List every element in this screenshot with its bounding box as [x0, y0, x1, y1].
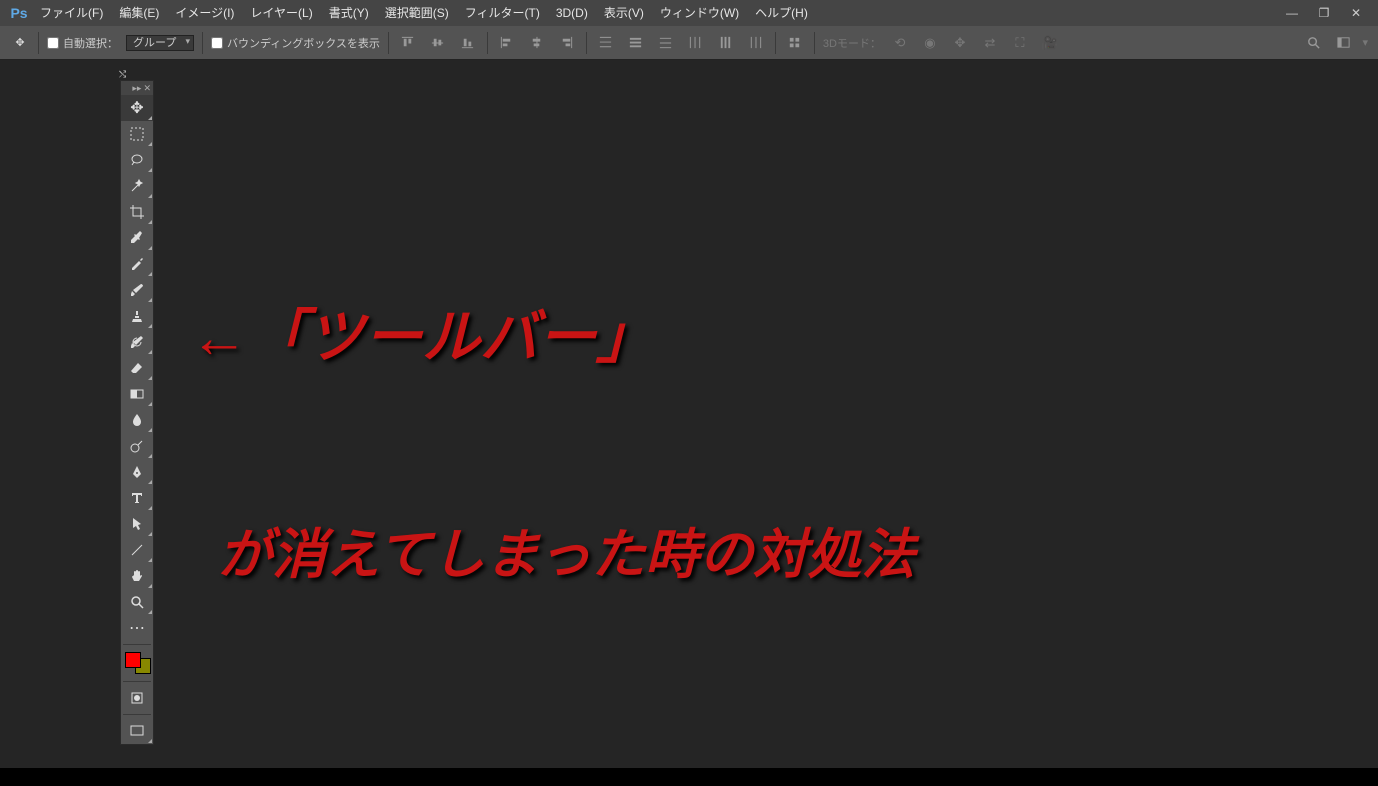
- pan-3d-icon[interactable]: ✥: [949, 32, 971, 54]
- eraser-tool[interactable]: [121, 355, 153, 381]
- separator: [202, 32, 203, 54]
- distribute-top-icon[interactable]: [595, 32, 617, 54]
- slide-3d-icon[interactable]: ⇄: [979, 32, 1001, 54]
- menu-image[interactable]: イメージ(I): [167, 0, 242, 26]
- menu-file[interactable]: ファイル(F): [32, 0, 111, 26]
- separator: [814, 32, 815, 54]
- separator: [775, 32, 776, 54]
- taskbar: [0, 768, 1378, 786]
- lasso-tool[interactable]: [121, 147, 153, 173]
- move-tool[interactable]: ✥: [121, 95, 153, 121]
- chevron-down-icon[interactable]: ▾: [1362, 36, 1368, 49]
- app-logo: Ps: [6, 0, 32, 26]
- menu-layer[interactable]: レイヤー(L): [242, 0, 320, 26]
- application-window: Ps ファイル(F) 編集(E) イメージ(I) レイヤー(L) 書式(Y) 選…: [0, 0, 1378, 768]
- workspace-switcher[interactable]: [1332, 32, 1354, 54]
- distribute-bottom-icon[interactable]: [655, 32, 677, 54]
- healing-brush-tool[interactable]: [121, 251, 153, 277]
- distribute-right-icon[interactable]: [745, 32, 767, 54]
- quick-mask-icon[interactable]: [121, 685, 153, 711]
- magic-wand-tool[interactable]: [121, 173, 153, 199]
- search-icon[interactable]: [1302, 32, 1324, 54]
- auto-select-dropdown[interactable]: グループ: [126, 35, 194, 51]
- menu-edit[interactable]: 編集(E): [111, 0, 167, 26]
- align-bottom-edges-icon[interactable]: [457, 32, 479, 54]
- separator: [487, 32, 488, 54]
- collapse-icon[interactable]: ▸▸: [132, 83, 141, 94]
- menu-list: ファイル(F) 編集(E) イメージ(I) レイヤー(L) 書式(Y) 選択範囲…: [32, 0, 816, 26]
- options-bar: ✥ 自動選択： グループ バウンディングボックスを表示: [0, 26, 1378, 60]
- type-tool[interactable]: [121, 485, 153, 511]
- auto-select-mode[interactable]: グループ: [126, 35, 194, 51]
- path-selection-tool[interactable]: [121, 511, 153, 537]
- separator: [586, 32, 587, 54]
- menu-3d[interactable]: 3D(D): [548, 0, 596, 26]
- divider: [123, 681, 151, 682]
- align-vertical-centers-icon[interactable]: [427, 32, 449, 54]
- eyedropper-tool[interactable]: [121, 225, 153, 251]
- auto-select-label: 自動選択：: [63, 35, 118, 51]
- maximize-button[interactable]: ❐: [1308, 3, 1340, 23]
- auto-align-icon[interactable]: [784, 32, 806, 54]
- annotation-line-2: が消えてしまった時の対処法: [218, 510, 915, 589]
- scale-3d-icon[interactable]: ⛶: [1009, 32, 1031, 54]
- color-swatches: ⤭: [121, 648, 153, 678]
- zoom-tool[interactable]: [121, 589, 153, 615]
- swap-colors-icon[interactable]: ⤭: [119, 69, 126, 80]
- pen-tool[interactable]: [121, 459, 153, 485]
- gradient-tool[interactable]: [121, 381, 153, 407]
- separator: [388, 32, 389, 54]
- dodge-tool[interactable]: [121, 433, 153, 459]
- annotation-line-1: ←「ツールバー」: [190, 290, 654, 374]
- hand-tool[interactable]: [121, 563, 153, 589]
- menu-select[interactable]: 選択範囲(S): [377, 0, 457, 26]
- show-bbox-input[interactable]: [211, 37, 223, 49]
- align-right-edges-icon[interactable]: [556, 32, 578, 54]
- move-tool-icon[interactable]: ✥: [10, 33, 30, 53]
- brush-tool[interactable]: [121, 277, 153, 303]
- align-left-edges-icon[interactable]: [496, 32, 518, 54]
- menu-view[interactable]: 表示(V): [596, 0, 652, 26]
- mode-3d-label: 3Dモード：: [823, 35, 881, 51]
- screen-mode-icon[interactable]: [121, 718, 153, 744]
- align-horizontal-centers-icon[interactable]: [526, 32, 548, 54]
- divider: [123, 714, 151, 715]
- show-bbox-checkbox[interactable]: バウンディングボックスを表示: [211, 35, 380, 51]
- auto-select-checkbox[interactable]: 自動選択：: [47, 35, 118, 51]
- blur-tool[interactable]: [121, 407, 153, 433]
- menu-help[interactable]: ヘルプ(H): [747, 0, 816, 26]
- roll-3d-icon[interactable]: ◉: [919, 32, 941, 54]
- panel-header: ▸▸ ✕: [121, 81, 153, 95]
- menu-type[interactable]: 書式(Y): [321, 0, 377, 26]
- auto-select-input[interactable]: [47, 37, 59, 49]
- camera-3d-icon[interactable]: 🎥: [1039, 32, 1061, 54]
- menu-window[interactable]: ウィンドウ(W): [652, 0, 747, 26]
- distribute-hcenter-icon[interactable]: [715, 32, 737, 54]
- menu-filter[interactable]: フィルター(T): [457, 0, 548, 26]
- tools-panel: ▸▸ ✕ ✥ ⋯ ⤭: [120, 80, 154, 745]
- foreground-color-swatch[interactable]: [125, 652, 141, 668]
- line-tool[interactable]: [121, 537, 153, 563]
- orbit-3d-icon[interactable]: ⟲: [889, 32, 911, 54]
- minimize-button[interactable]: —: [1276, 3, 1308, 23]
- distribute-left-icon[interactable]: [685, 32, 707, 54]
- workspace-area: ▸▸ ✕ ✥ ⋯ ⤭: [0, 60, 1378, 768]
- close-button[interactable]: ✕: [1340, 3, 1372, 23]
- marquee-tool[interactable]: [121, 121, 153, 147]
- crop-tool[interactable]: [121, 199, 153, 225]
- panel-close-icon[interactable]: ✕: [143, 83, 151, 94]
- separator: [38, 32, 39, 54]
- clone-stamp-tool[interactable]: [121, 303, 153, 329]
- distribute-vcenter-icon[interactable]: [625, 32, 647, 54]
- more-tools[interactable]: ⋯: [121, 615, 153, 641]
- show-bbox-label: バウンディングボックスを表示: [227, 35, 380, 51]
- divider: [123, 644, 151, 645]
- window-controls: — ❐ ✕: [1276, 3, 1372, 23]
- history-brush-tool[interactable]: [121, 329, 153, 355]
- align-top-edges-icon[interactable]: [397, 32, 419, 54]
- menu-bar: Ps ファイル(F) 編集(E) イメージ(I) レイヤー(L) 書式(Y) 選…: [0, 0, 1378, 26]
